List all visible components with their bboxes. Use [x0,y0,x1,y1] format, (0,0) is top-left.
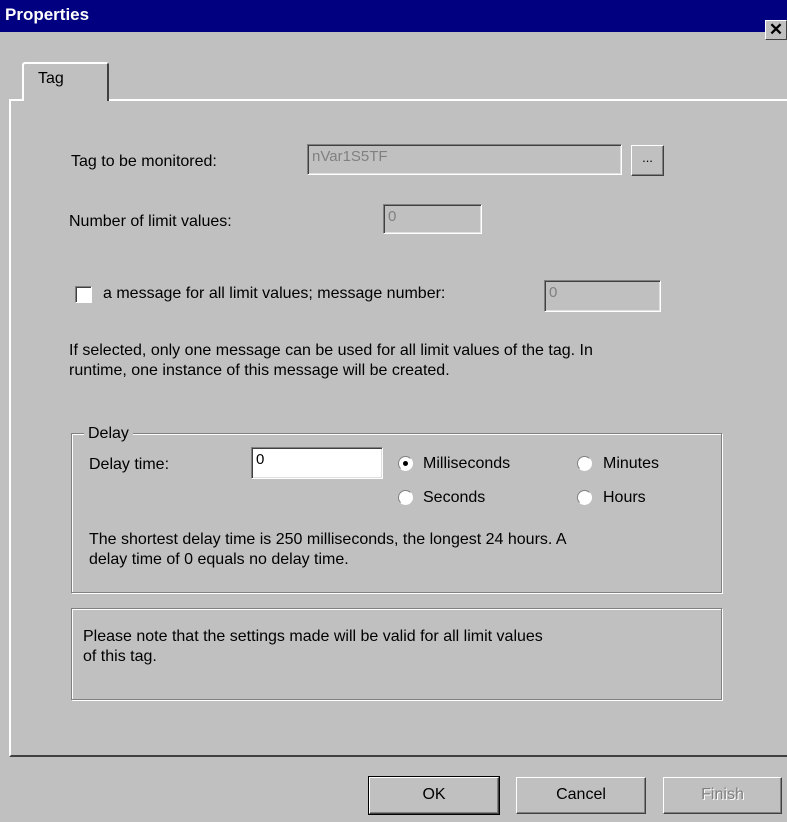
delay-time-input[interactable]: 0 [251,447,383,479]
radio-milliseconds[interactable] [398,456,413,471]
radio-milliseconds-label: Milliseconds [423,455,511,472]
delay-time-label: Delay time: [89,456,170,473]
radio-minutes-label: Minutes [603,455,660,472]
close-button[interactable]: ✕ [765,20,787,40]
radio-selected-dot [403,461,408,466]
limit-values-value: 0 [388,208,397,225]
cancel-button[interactable]: Cancel [516,777,646,814]
tab-tag[interactable]: Tag [22,62,109,101]
message-number-value: 0 [549,284,558,301]
notice-line1: Please note that the settings made will … [83,628,543,645]
limit-values-label: Number of limit values: [69,213,232,230]
radio-minutes[interactable] [577,456,592,471]
radio-seconds[interactable] [398,490,413,505]
message-number-field[interactable]: 0 [544,280,661,312]
notice-box [71,608,722,700]
message-info-line2: runtime, one instance of this message wi… [69,362,450,379]
ok-button[interactable]: OK [368,776,500,815]
message-checkbox-label: a message for all limit values; message … [103,285,446,302]
tag-monitored-label: Tag to be monitored: [71,153,217,170]
notice-line2: of this tag. [83,648,157,665]
radio-seconds-label: Seconds [423,489,486,506]
delay-group-label: Delay [84,425,133,443]
close-icon: ✕ [768,20,784,39]
radio-hours-label: Hours [603,489,646,506]
tab-label: Tag [38,70,64,87]
window-title: Properties [5,5,90,24]
delay-note-line2: delay time of 0 equals no delay time. [89,551,349,568]
browse-tag-button[interactable]: ... [631,145,664,176]
message-checkbox[interactable] [75,286,92,303]
tag-monitored-value: nVar1S5TF [312,148,388,165]
delay-note-line1: The shortest delay time is 250 milliseco… [89,531,567,548]
limit-values-field[interactable]: 0 [383,204,482,234]
finish-button[interactable]: Finish [663,777,782,814]
ellipsis-icon: ... [642,150,653,165]
message-info-line1: If selected, only one message can be use… [69,342,593,359]
title-bar: Properties [0,0,787,32]
delay-time-value: 0 [256,451,265,468]
tag-monitored-field[interactable]: nVar1S5TF [307,144,622,175]
radio-hours[interactable] [577,490,592,505]
